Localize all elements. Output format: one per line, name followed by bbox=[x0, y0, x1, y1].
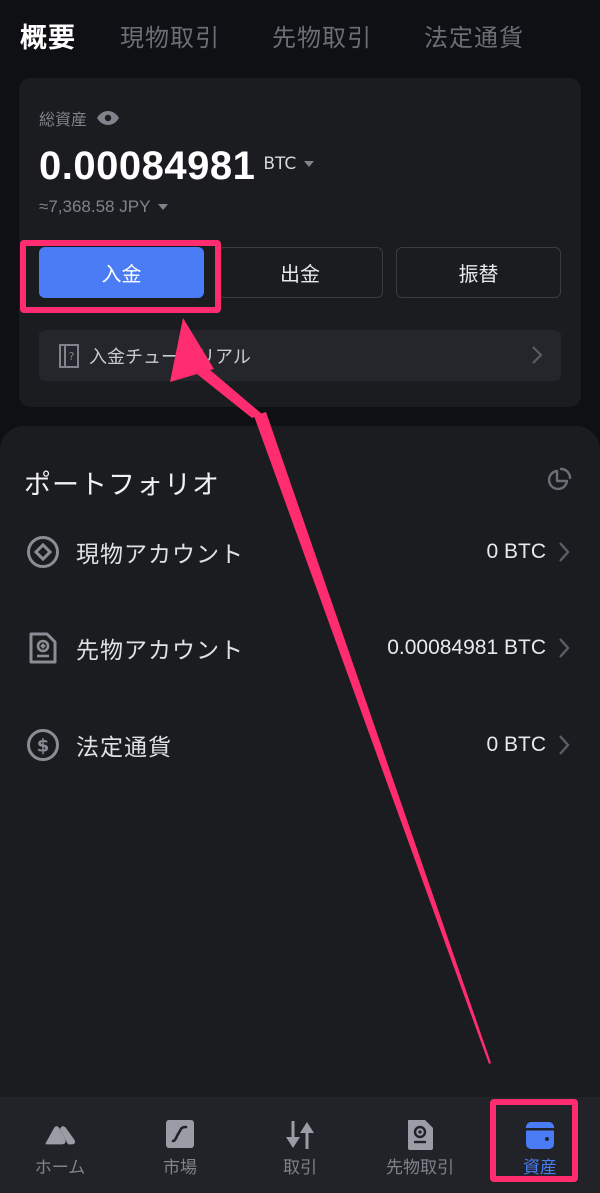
chevron-right-icon bbox=[559, 638, 570, 658]
fiat-equivalent: ≈7,368.58 JPY bbox=[39, 197, 151, 216]
account-row-fiat[interactable]: $ 法定通貨 0 BTC bbox=[0, 715, 600, 775]
top-tabs: 概要 現物取引 先物取引 法定通貨 bbox=[0, 0, 600, 70]
portfolio-section: ポートフォリオ 現物アカウント 0 BTC 先物アカウント 0.00084981… bbox=[0, 426, 600, 1106]
balance-unit-selector[interactable]: BTC bbox=[263, 154, 315, 174]
home-mountain-icon bbox=[45, 1126, 76, 1145]
futures-document-icon bbox=[29, 632, 57, 664]
fiat-equivalent-selector[interactable]: ≈7,368.58 JPY bbox=[39, 197, 169, 217]
deposit-button[interactable]: 入金 bbox=[39, 247, 204, 298]
balance-row: 0.00084981 BTC bbox=[39, 144, 315, 189]
total-assets-header: 総資産 bbox=[39, 106, 120, 130]
svg-text:$: $ bbox=[37, 736, 50, 757]
balance-unit-label: BTC bbox=[263, 154, 297, 174]
account-value: 0 BTC bbox=[486, 733, 546, 756]
transfer-button[interactable]: 振替 bbox=[396, 247, 561, 298]
account-label: 法定通貨 bbox=[76, 735, 172, 761]
chevron-right-icon bbox=[532, 346, 543, 364]
wallet-icon bbox=[526, 1122, 554, 1149]
nav-label: 取引 bbox=[283, 1158, 317, 1178]
dollar-coin-icon: $ bbox=[27, 729, 59, 761]
account-value: 0.00084981 BTC bbox=[387, 636, 546, 659]
nav-assets[interactable]: 資産 bbox=[480, 1097, 600, 1193]
futures-document-icon bbox=[408, 1120, 433, 1150]
tab-overview[interactable]: 概要 bbox=[20, 16, 76, 55]
nav-futures[interactable]: 先物取引 bbox=[360, 1097, 480, 1193]
account-label: 現物アカウント bbox=[76, 542, 244, 568]
trade-arrows-icon bbox=[286, 1121, 314, 1149]
deposit-tutorial-link[interactable]: ? 入金チュートリアル bbox=[39, 330, 561, 381]
caret-down-icon bbox=[158, 204, 169, 210]
account-row-spot[interactable]: 現物アカウント 0 BTC bbox=[0, 522, 600, 582]
market-chart-icon bbox=[166, 1120, 194, 1148]
nav-trade[interactable]: 取引 bbox=[240, 1097, 360, 1193]
svg-text:?: ? bbox=[69, 350, 75, 363]
account-value: 0 BTC bbox=[486, 540, 546, 563]
chevron-right-icon bbox=[559, 542, 570, 562]
total-balance: 0.00084981 bbox=[39, 144, 256, 188]
withdraw-button[interactable]: 出金 bbox=[217, 247, 383, 298]
chevron-right-icon bbox=[559, 735, 570, 755]
nav-home[interactable]: ホーム bbox=[0, 1097, 120, 1193]
action-buttons: 入金 出金 振替 bbox=[39, 247, 561, 298]
nav-label: 資産 bbox=[523, 1158, 557, 1178]
nav-label: 市場 bbox=[163, 1158, 197, 1178]
caret-down-icon bbox=[304, 161, 315, 167]
account-row-futures[interactable]: 先物アカウント 0.00084981 BTC bbox=[0, 618, 600, 678]
nav-market[interactable]: 市場 bbox=[120, 1097, 240, 1193]
nav-label: ホーム bbox=[34, 1158, 86, 1178]
help-book-icon: ? bbox=[59, 343, 79, 368]
tutorial-label: 入金チュートリアル bbox=[89, 346, 251, 368]
nav-label: 先物取引 bbox=[386, 1158, 454, 1178]
portfolio-title: ポートフォリオ bbox=[24, 470, 220, 501]
tab-futures-trading[interactable]: 先物取引 bbox=[272, 18, 372, 53]
spot-coin-icon bbox=[27, 536, 59, 568]
total-assets-label: 総資産 bbox=[39, 110, 88, 129]
tab-spot-trading[interactable]: 現物取引 bbox=[120, 18, 220, 53]
eye-icon[interactable] bbox=[97, 111, 120, 125]
pie-chart-icon[interactable] bbox=[546, 467, 572, 493]
tab-fiat[interactable]: 法定通貨 bbox=[424, 18, 524, 53]
bottom-nav: ホーム 市場 取引 先物取引 資産 bbox=[0, 1097, 600, 1193]
account-label: 先物アカウント bbox=[76, 638, 244, 664]
overview-card: 総資産 0.00084981 BTC ≈7,368.58 JPY 入金 出金 振… bbox=[19, 78, 581, 407]
